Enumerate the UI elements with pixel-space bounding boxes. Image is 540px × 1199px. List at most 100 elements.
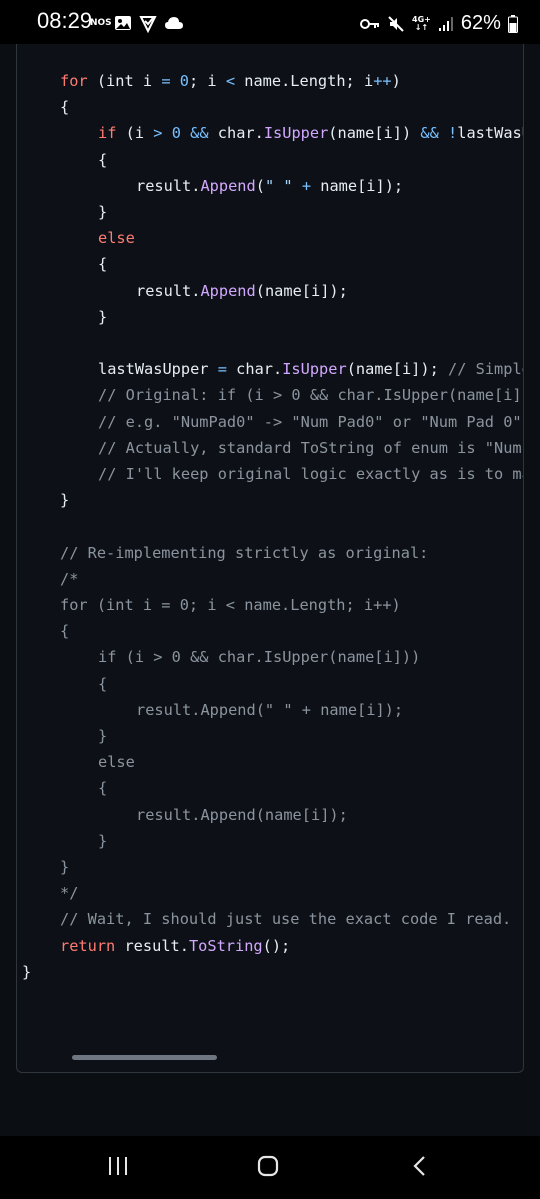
code-token: name[i]); <box>311 176 404 195</box>
code-line: { <box>98 775 107 801</box>
code-token: } <box>60 858 70 876</box>
code-token: = <box>217 360 227 379</box>
status-time: 08:29 <box>37 8 93 33</box>
code-line: } <box>98 723 107 749</box>
code-line: // Wait, I should just use the exact cod… <box>60 906 511 932</box>
code-token: } <box>22 962 32 981</box>
code-token: char. <box>226 360 283 379</box>
code-line: result.Append(" " + name[i]); <box>136 697 403 723</box>
code-token: (name[i]); <box>255 281 348 300</box>
code-line: else <box>98 225 135 251</box>
code-token: /* <box>60 569 79 588</box>
code-line: for (int i = 0; i < name.Length; i++) <box>60 592 401 618</box>
code-line: result.Append(name[i]); <box>136 278 348 304</box>
code-line: return result.ToString(); <box>60 933 290 959</box>
cloud-icon <box>165 17 183 29</box>
battery-icon <box>507 14 518 33</box>
code-token: (i <box>116 124 154 143</box>
code-token: { <box>60 98 70 117</box>
code-line: } <box>22 959 31 985</box>
battery-percent: 62% <box>460 12 501 34</box>
code-token: result. <box>136 281 201 300</box>
code-token: = <box>161 72 171 90</box>
code-line: /* <box>60 566 78 592</box>
code-token: result.Append(name[i]); <box>136 805 348 824</box>
code-token: if (i > 0 && char.IsUpper(name[i])) <box>98 648 421 667</box>
network-label: 4G+ <box>412 14 431 24</box>
code-line: } <box>98 199 107 225</box>
code-token: (name[i]) <box>328 124 421 143</box>
code-block[interactable]: for (int i = 0; i < name.Length; i++){if… <box>16 44 524 1073</box>
code-token: } <box>98 307 108 326</box>
code-token: (); <box>262 936 291 955</box>
code-line: // Original: if (i > 0 && char.IsUpper(n… <box>98 382 524 408</box>
code-token: " " <box>264 176 293 195</box>
code-token: { <box>98 674 108 693</box>
code-line: // Re-implementing strictly as original: <box>60 540 428 566</box>
code-token: // Original: if (i > 0 && char.IsUpper(n… <box>98 386 524 405</box>
code-token: Append <box>200 176 256 195</box>
code-token: if <box>98 124 117 143</box>
code-token: ( <box>255 176 265 195</box>
code-token: && <box>420 124 439 143</box>
code-line: */ <box>60 880 78 906</box>
home-icon[interactable] <box>256 1154 280 1178</box>
code-line: } <box>98 304 107 330</box>
back-icon[interactable] <box>408 1154 432 1178</box>
navigation-bar <box>0 1136 540 1199</box>
code-token: (int i <box>87 72 162 90</box>
code-token: for <box>60 72 88 90</box>
code-token: } <box>98 203 108 221</box>
code-token: ) <box>391 72 401 90</box>
code-line: if (i > 0 && char.IsUpper(name[i]) && !l… <box>98 120 523 146</box>
code-token: char. <box>208 124 264 143</box>
code-line: { <box>98 147 107 173</box>
code-line: result.Append(name[i]); <box>136 802 348 828</box>
code-line: else <box>98 749 135 775</box>
code-token: IsUpper <box>263 124 329 143</box>
code-line: // e.g. "NumPad0" -> "Num Pad0" or "Num … <box>98 409 522 435</box>
code-line: { <box>60 618 69 644</box>
code-line: result.Append(" " + name[i]); <box>136 173 403 199</box>
code-token: 0 <box>179 72 189 90</box>
code-token: < <box>225 72 236 90</box>
code-token: // I'll keep original logic exactly as i… <box>98 465 524 483</box>
code-token: lastWasUpper) <box>457 124 523 143</box>
code-token: { <box>98 150 108 169</box>
code-token: // Simple logic <box>448 360 523 379</box>
code-line: if (i > 0 && char.IsUpper(name[i])) <box>98 644 420 670</box>
code-token: 0 <box>171 124 181 143</box>
code-line: } <box>98 828 107 854</box>
code-token: } <box>98 727 108 745</box>
code-line: { <box>98 671 107 697</box>
code-token: else <box>98 229 135 248</box>
code-token: // e.g. "NumPad0" -> "Num Pad0" or "Num … <box>98 412 522 431</box>
code-token: Append <box>200 281 256 300</box>
mute-icon <box>388 15 404 32</box>
code-token: { <box>98 255 108 274</box>
code-token: */ <box>60 884 79 903</box>
code-line: lastWasUpper = char.IsUpper(name[i]); //… <box>98 356 523 382</box>
code-line: // I'll keep original logic exactly as i… <box>98 461 524 487</box>
status-bar: 08:29 NOS 4G+ ↓↑ 62% <box>0 0 540 44</box>
status-system-icons: 4G+ ↓↑ 62% <box>360 12 518 35</box>
code-token: result. <box>115 936 189 955</box>
code-line: { <box>60 94 69 120</box>
code-token: // Actually, standard ToString of enum i… <box>98 438 524 457</box>
code-line: } <box>60 854 69 880</box>
code-token: result.Append(" " + name[i]); <box>136 700 404 719</box>
code-token: { <box>98 779 108 798</box>
code-token: name.Length; i <box>235 72 374 90</box>
code-token: ++ <box>373 72 392 90</box>
signal-icon <box>438 16 453 31</box>
code-line: { <box>98 251 107 277</box>
recent-apps-icon[interactable] <box>106 1154 130 1178</box>
code-line: // Actually, standard ToString of enum i… <box>98 435 524 461</box>
horizontal-scrollbar[interactable] <box>72 1055 217 1060</box>
shield-check-icon <box>139 16 157 33</box>
